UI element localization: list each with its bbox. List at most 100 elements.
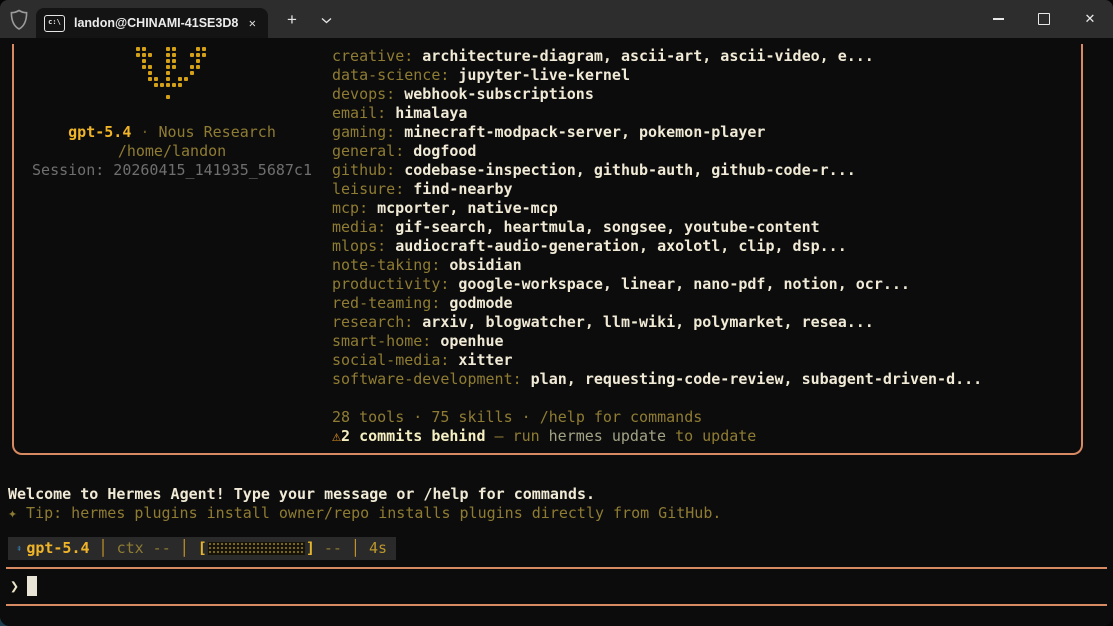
- elapsed-time: 4s: [369, 539, 387, 558]
- spacer-row: [332, 389, 982, 408]
- plugin-row: mcp: mcporter, native-mcp: [332, 199, 982, 218]
- plugin-row: github: codebase-inspection, github-auth,…: [332, 161, 982, 180]
- progress-bracket-open: [: [198, 539, 207, 558]
- model-line: gpt-5.4 · Nous Research: [12, 123, 332, 142]
- plugin-row: research: arxiv, blogwatcher, llm-wiki, p…: [332, 313, 982, 332]
- plugin-row: mlops: audiocraft-audio-generation, axolo…: [332, 237, 982, 256]
- plugin-items: audiocraft-audio-generation, axolotl, cl…: [395, 237, 847, 255]
- window-controls: ✕: [975, 0, 1113, 38]
- warning-icon: ⚠: [332, 427, 341, 445]
- plugin-items: minecraft-modpack-server, pokemon-player: [404, 123, 765, 141]
- plugin-category: smart-home:: [332, 332, 431, 350]
- plugin-items: jupyter-live-kernel: [458, 66, 630, 84]
- status-separator: │: [351, 539, 360, 558]
- plugin-category: productivity:: [332, 275, 449, 293]
- tab-title: landon@CHINAMI-41SE3D8: ~: [74, 16, 239, 30]
- plugin-category: note-taking:: [332, 256, 440, 274]
- update-command: hermes update: [549, 427, 666, 445]
- session-label: Session:: [32, 161, 104, 179]
- progress-bar-group: [ ]: [198, 539, 315, 558]
- welcome-message: Welcome to Hermes Agent! Type your messa…: [8, 485, 595, 504]
- plugin-list: creative: architecture-diagram, ascii-art…: [332, 47, 982, 446]
- plugin-category: mcp:: [332, 199, 368, 217]
- plugin-items: codebase-inspection, github-auth, github…: [404, 161, 856, 179]
- hermes-caduceus-icon: [17, 540, 21, 557]
- plugin-row: social-media:xitter: [332, 351, 982, 370]
- plugin-items: himalaya: [395, 104, 467, 122]
- terminal-window: c:\ landon@CHINAMI-41SE3D8: ~ ✕ + ✕: [0, 0, 1113, 626]
- plugin-category: research:: [332, 313, 413, 331]
- plugin-row: data-science: jupyter-live-kernel: [332, 66, 982, 85]
- plugin-items: mcporter, native-mcp: [377, 199, 558, 217]
- status-model-name: gpt-5.4: [26, 539, 89, 558]
- plugin-category: email:: [332, 104, 386, 122]
- status-separator: │: [99, 539, 108, 558]
- progress-bracket-close: ]: [306, 539, 315, 558]
- close-button[interactable]: ✕: [1067, 0, 1113, 38]
- plugin-items: google-workspace, linear, nano-pdf, noti…: [458, 275, 910, 293]
- plugin-items: dogfood: [413, 142, 476, 160]
- plugin-items: gif-search, heartmula, songsee, youtube-…: [395, 218, 819, 236]
- plugin-items: obsidian: [449, 256, 521, 274]
- plugin-row: leisure:find-nearby: [332, 180, 982, 199]
- minimize-button[interactable]: [975, 0, 1021, 38]
- plugin-items: architecture-diagram, ascii-art, ascii-v…: [422, 47, 874, 65]
- plugin-row: software-development: plan, requesting-co…: [332, 370, 982, 389]
- update-warning-line: ⚠2 commits behind — run hermes update to upd…: [332, 427, 982, 446]
- plugin-row: general: dogfood: [332, 142, 982, 161]
- plugin-items: arxiv, blogwatcher, llm-wiki, polymarket…: [422, 313, 874, 331]
- warning-suffix: to update: [675, 427, 756, 445]
- prompt-chevron: ❯: [10, 577, 19, 596]
- warning-dash: —: [495, 427, 504, 445]
- plugin-row: media: gif-search, heartmula, songsee, yo…: [332, 218, 982, 237]
- terminal-tab[interactable]: c:\ landon@CHINAMI-41SE3D8: ~ ✕: [36, 8, 268, 38]
- tip-text: Tip: hermes plugins install owner/repo i…: [26, 504, 721, 522]
- new-tab-button[interactable]: +: [278, 7, 306, 33]
- command-prompt-icon: c:\: [44, 15, 65, 32]
- plugin-items: plan, requesting-code-review, subagent-d…: [531, 370, 983, 388]
- text-cursor: [27, 576, 37, 596]
- session-id: 20260415_141935_5687c1: [113, 161, 312, 179]
- plugin-category: social-media:: [332, 351, 449, 369]
- plugin-items: godmode: [449, 294, 512, 312]
- plugin-category: creative:: [332, 47, 413, 65]
- chevron-down-icon: [321, 17, 332, 24]
- context-usage: ctx --: [117, 539, 171, 558]
- terminal-content: gpt-5.4 · Nous Research /home/landon Ses…: [0, 38, 1113, 626]
- plugin-row: note-taking: obsidian: [332, 256, 982, 275]
- screenshot-root: c:\ landon@CHINAMI-41SE3D8: ~ ✕ + ✕: [0, 0, 1113, 626]
- title-bar: c:\ landon@CHINAMI-41SE3D8: ~ ✕ + ✕: [0, 0, 1113, 38]
- plugin-category: red-teaming:: [332, 294, 440, 312]
- plugin-category: data-science:: [332, 66, 449, 84]
- plugin-category: general:: [332, 142, 404, 160]
- plugin-row: gaming:minecraft-modpack-server, pokemon…: [332, 123, 982, 142]
- maximize-icon: [1038, 13, 1050, 25]
- prompt-input-area[interactable]: ❯: [6, 567, 1107, 606]
- plugin-row: red-teaming: godmode: [332, 294, 982, 313]
- sparkle-icon: ✦: [8, 504, 17, 522]
- plugin-items: webhook-subscriptions: [404, 85, 594, 103]
- logo-dot-matrix: [130, 47, 134, 51]
- plugin-category: devops:: [332, 85, 395, 103]
- commits-behind-text: 2 commits behind: [341, 427, 486, 445]
- plugin-category: github:: [332, 161, 395, 179]
- tab-dropdown-button[interactable]: [312, 7, 340, 33]
- maximize-button[interactable]: [1021, 0, 1067, 38]
- plugin-category: software-development:: [332, 370, 522, 388]
- tab-close-icon[interactable]: ✕: [245, 14, 260, 32]
- status-separator: │: [180, 539, 189, 558]
- plugin-items: find-nearby: [413, 180, 512, 198]
- warning-run-text: run: [513, 427, 540, 445]
- progress-bar: [208, 542, 305, 555]
- nous-research-logo-art: [130, 47, 220, 105]
- plugin-category: mlops:: [332, 237, 386, 255]
- plugin-row: creative: architecture-diagram, ascii-art…: [332, 47, 982, 66]
- session-panel: gpt-5.4 · Nous Research /home/landon Ses…: [12, 123, 332, 180]
- tools-skills-summary: 28 tools · 75 skills · /help for command…: [332, 408, 982, 427]
- plugin-row: email: himalaya: [332, 104, 982, 123]
- progress-value: --: [324, 539, 342, 558]
- plugin-category: media:: [332, 218, 386, 236]
- close-icon: ✕: [1085, 11, 1096, 27]
- plugin-items: openhue: [440, 332, 503, 350]
- model-separator: ·: [140, 123, 149, 141]
